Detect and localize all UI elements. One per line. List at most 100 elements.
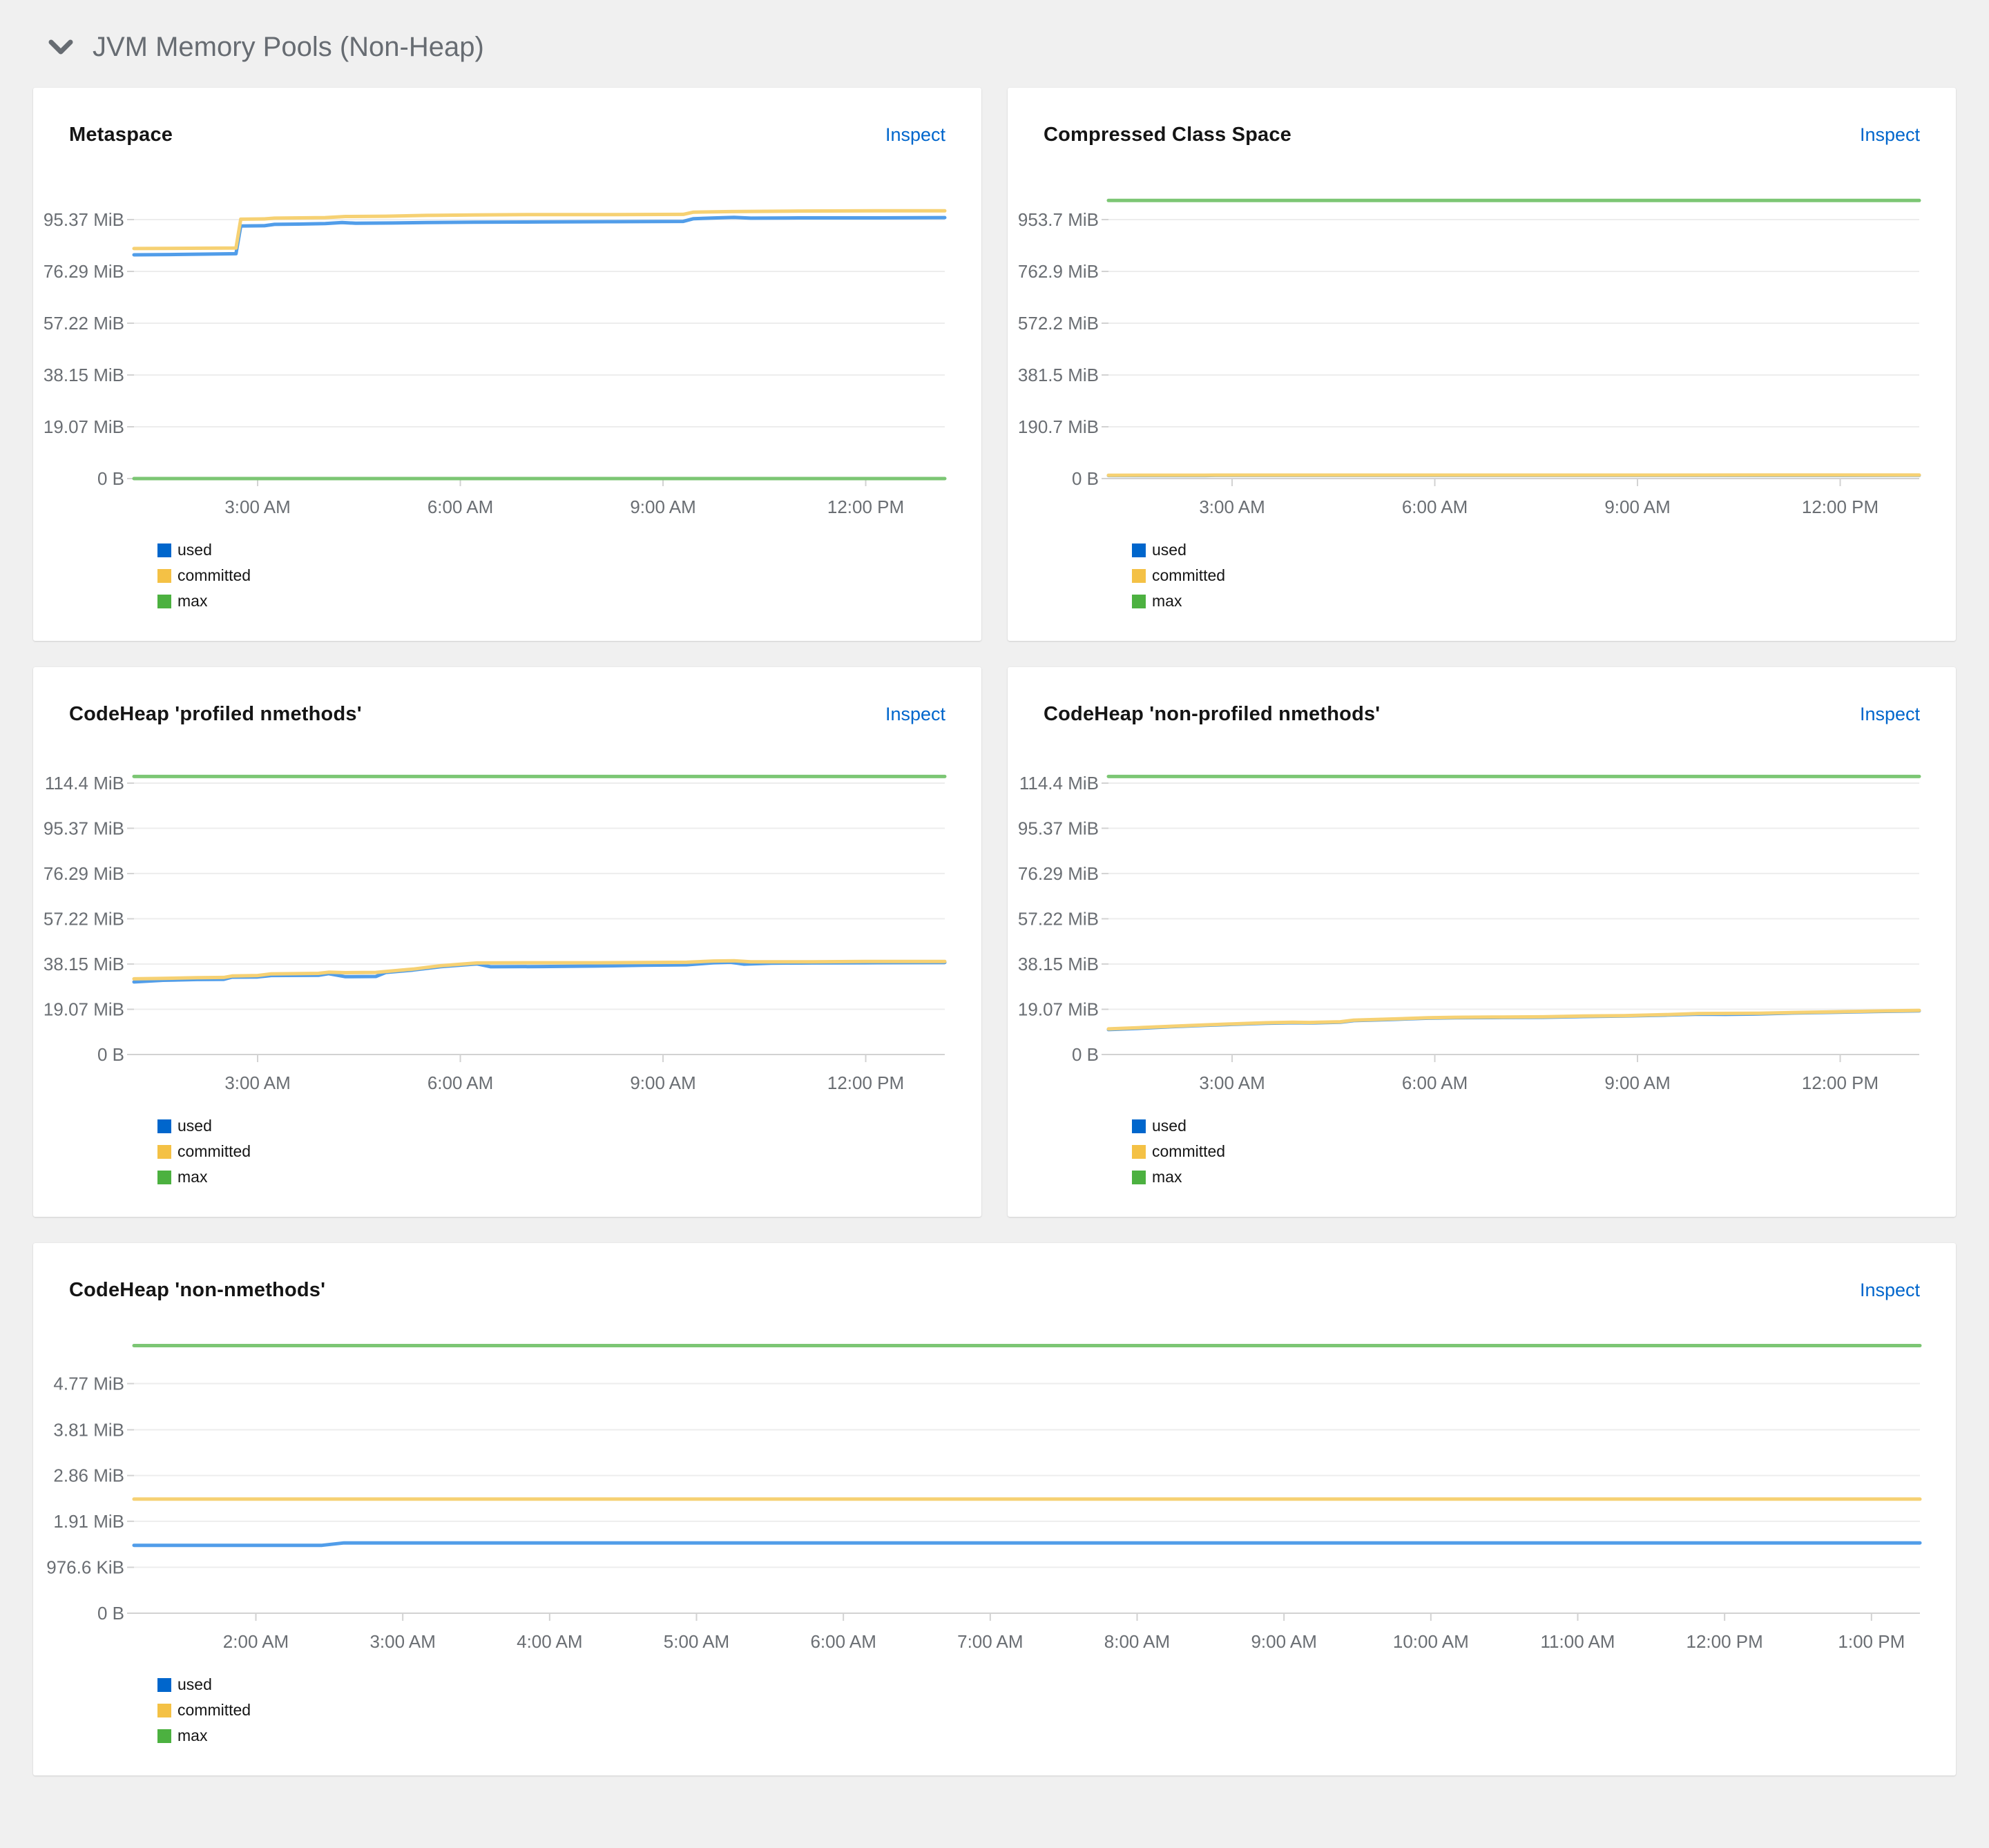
x-tick-label: 3:00 AM	[369, 1631, 435, 1652]
legend-item-max: max	[1132, 1168, 1920, 1186]
y-tick-label: 76.29 MiB	[44, 261, 124, 282]
y-tick-label: 57.22 MiB	[44, 908, 124, 929]
y-tick-label: 3.81 MiB	[53, 1419, 124, 1440]
y-tick-label: 19.07 MiB	[44, 416, 124, 437]
legend-item-committed: committed	[157, 1701, 1920, 1720]
inspect-link[interactable]: Inspect	[885, 124, 945, 146]
x-tick-label: 9:00 AM	[630, 1072, 695, 1093]
chart-card-codeheap-profiled-nmethods: CodeHeap 'profiled nmethods' Inspect 114…	[33, 667, 981, 1217]
legend-item-max: max	[1132, 592, 1920, 610]
legend-swatch-committed-icon	[1132, 568, 1146, 583]
legend-label: max	[177, 1168, 208, 1186]
y-tick-label: 95.37 MiB	[44, 818, 124, 838]
line-chart-metaspace: 95.37 MiB 76.29 MiB 57.22 MiB 38.15 MiB 19.0…	[44, 209, 947, 517]
legend-item-used: used	[1132, 541, 1920, 559]
x-tick-label: 6:00 AM	[427, 497, 493, 517]
legend-swatch-committed-icon	[157, 1144, 171, 1159]
legend-label: used	[1152, 541, 1186, 559]
legend-swatch-used-icon	[1132, 543, 1146, 557]
x-tick-label: 9:00 AM	[1251, 1631, 1316, 1652]
y-tick-label: 57.22 MiB	[44, 313, 124, 334]
legend-swatch-committed-icon	[1132, 1144, 1146, 1159]
inspect-link[interactable]: Inspect	[1860, 1280, 1920, 1301]
chart-card-metaspace: Metaspace Inspect 95.37 MiB 76.29 MiB 57.2…	[33, 88, 981, 641]
x-tick-label: 9:00 AM	[1604, 1072, 1670, 1093]
x-tick-label: 1:00 PM	[1838, 1631, 1905, 1652]
legend-item-used: used	[157, 1117, 945, 1135]
y-tick-label: 0 B	[1072, 468, 1099, 489]
line-chart-codeheap-non-nmethods: 4.77 MiB 3.81 MiB 2.86 MiB 1.91 MiB 976.6 Ki…	[46, 1344, 1922, 1652]
x-tick-label: 12:00 PM	[1802, 497, 1879, 517]
legend-swatch-committed-icon	[157, 1703, 171, 1717]
legend-swatch-max-icon	[1132, 594, 1146, 608]
legend-swatch-used-icon	[157, 543, 171, 557]
legend-label: used	[1152, 1117, 1186, 1135]
y-tick-label: 19.07 MiB	[44, 999, 124, 1019]
x-tick-label: 6:00 AM	[427, 1072, 493, 1093]
legend-item-used: used	[1132, 1117, 1920, 1135]
chart-title: Compressed Class Space	[1044, 124, 1292, 146]
x-tick-label: 2:00 AM	[223, 1631, 289, 1652]
y-tick-label: 38.15 MiB	[1018, 954, 1099, 974]
y-tick-label: 38.15 MiB	[44, 365, 124, 385]
section-toggle-jvm-memory-pools-non-heap[interactable]: JVM Memory Pools (Non-Heap)	[33, 0, 1956, 88]
chart-title: CodeHeap 'non-nmethods'	[69, 1279, 326, 1301]
dashboard-section: JVM Memory Pools (Non-Heap) Metaspace In…	[0, 0, 1989, 1775]
legend-swatch-max-icon	[157, 1170, 171, 1184]
x-tick-label: 12:00 PM	[827, 497, 904, 517]
legend-label: used	[177, 541, 212, 559]
y-tick-label: 572.2 MiB	[1018, 313, 1099, 334]
chart-card-compressed-class-space: Compressed Class Space Inspect 953.7 MiB…	[1008, 88, 1956, 641]
legend-item-committed: committed	[157, 566, 945, 585]
x-tick-label: 3:00 AM	[224, 497, 290, 517]
series-line-used	[132, 960, 947, 984]
chevron-down-icon	[48, 39, 73, 54]
series-line-used	[132, 1541, 1922, 1548]
y-tick-label: 381.5 MiB	[1018, 365, 1099, 385]
y-tick-label: 95.37 MiB	[1018, 818, 1099, 838]
y-tick-label: 0 B	[97, 468, 124, 489]
line-chart-codeheap-profiled-nmethods: 114.4 MiB 95.37 MiB 76.29 MiB 57.22 MiB 38.1…	[44, 773, 947, 1093]
y-tick-label: 19.07 MiB	[1018, 999, 1099, 1019]
y-tick-label: 95.37 MiB	[44, 209, 124, 230]
legend-label: max	[1152, 1168, 1182, 1186]
y-tick-label: 2.86 MiB	[53, 1465, 124, 1486]
legend-label: committed	[1152, 1142, 1226, 1160]
chart-title: CodeHeap 'non-profiled nmethods'	[1044, 703, 1381, 725]
chart-legend: used committed max	[1132, 1117, 1920, 1186]
x-tick-label: 6:00 AM	[810, 1631, 876, 1652]
y-tick-label: 762.9 MiB	[1018, 261, 1099, 282]
legend-label: max	[1152, 592, 1182, 610]
y-tick-label: 0 B	[97, 1044, 124, 1065]
x-tick-label: 6:00 AM	[1402, 1072, 1468, 1093]
line-chart-compressed-class-space: 953.7 MiB 762.9 MiB 572.2 MiB 381.5 MiB 190.…	[1018, 198, 1921, 517]
chart-legend: used committed max	[157, 1675, 1920, 1745]
x-tick-label: 11:00 AM	[1541, 1631, 1615, 1652]
x-tick-label: 4:00 AM	[517, 1631, 582, 1652]
y-tick-label: 76.29 MiB	[44, 863, 124, 884]
x-tick-label: 9:00 AM	[630, 497, 695, 517]
y-tick-label: 38.15 MiB	[44, 954, 124, 974]
x-tick-label: 3:00 AM	[1199, 1072, 1265, 1093]
inspect-link[interactable]: Inspect	[1860, 704, 1920, 725]
legend-swatch-used-icon	[157, 1677, 171, 1692]
legend-item-max: max	[157, 1726, 1920, 1745]
legend-item-committed: committed	[157, 1142, 945, 1161]
legend-label: committed	[177, 1142, 251, 1160]
x-tick-label: 5:00 AM	[664, 1631, 729, 1652]
x-tick-label: 12:00 PM	[1687, 1631, 1763, 1652]
legend-swatch-max-icon	[1132, 1170, 1146, 1184]
section-title: JVM Memory Pools (Non-Heap)	[93, 32, 484, 62]
chart-card-codeheap-non-profiled-nmethods: CodeHeap 'non-profiled nmethods' Inspect…	[1008, 667, 1956, 1217]
inspect-link[interactable]: Inspect	[1860, 124, 1920, 146]
y-tick-label: 114.4 MiB	[45, 773, 124, 793]
chart-legend: used committed max	[157, 1117, 945, 1186]
y-tick-label: 0 B	[97, 1603, 124, 1624]
legend-swatch-max-icon	[157, 1729, 171, 1743]
legend-label: used	[177, 1117, 212, 1135]
x-tick-label: 3:00 AM	[224, 1072, 290, 1093]
y-tick-label: 0 B	[1072, 1044, 1099, 1065]
chart-legend: used committed max	[1132, 541, 1920, 610]
x-tick-label: 10:00 AM	[1393, 1631, 1469, 1652]
inspect-link[interactable]: Inspect	[885, 704, 945, 725]
